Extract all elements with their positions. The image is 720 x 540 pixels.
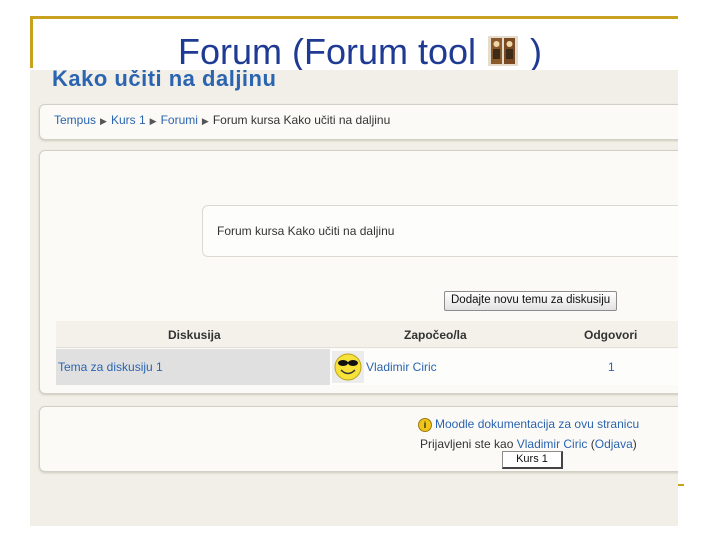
moodle-docs-row: i Moodle dokumentacija za ovu stranicu (418, 417, 639, 432)
logout-link[interactable]: Odjava (595, 437, 633, 451)
login-info: Prijavljeni ste kao Vladimir Ciric (Odja… (420, 437, 637, 451)
column-header-started-by[interactable]: Započeo/la (404, 328, 467, 342)
forum-intro-text: Forum kursa Kako učiti na daljinu (217, 224, 395, 238)
breadcrumb-separator-icon: ▶ (201, 116, 209, 126)
course-heading: Kako učiti na daljinu (52, 70, 277, 91)
slide-title-close: ) (530, 31, 543, 72)
column-header-discussion[interactable]: Diskusija (168, 328, 221, 342)
discussion-author-link[interactable]: Vladimir Ciric (366, 360, 437, 374)
forum-intro-box: Forum kursa Kako učiti na daljinu (202, 205, 678, 257)
user-profile-link[interactable]: Vladimir Ciric (517, 437, 588, 451)
breadcrumb: Tempus ▶ Kurs 1 ▶ Forumi ▶ Forum kursa Kako uč… (54, 113, 390, 127)
info-icon: i (418, 417, 432, 432)
discussion-replies-link[interactable]: 1 (608, 360, 615, 374)
page-footer: i Moodle dokumentacija za ovu stranicu Pr… (39, 406, 678, 472)
discussion-topic-cell: Tema za diskusiju 1 (56, 349, 330, 385)
discussion-topic-link[interactable]: Tema za diskusiju 1 (58, 360, 163, 374)
moodle-docs-link[interactable]: Moodle dokumentacija za ovu stranicu (435, 417, 639, 431)
breadcrumb-link-course[interactable]: Kurs 1 (111, 113, 146, 127)
breadcrumb-separator-icon: ▶ (100, 116, 107, 126)
breadcrumb-bar: Tempus ▶ Kurs 1 ▶ Forumi ▶ Forum kursa Kako uč… (39, 104, 678, 140)
slide-gold-top-border (30, 16, 678, 19)
add-discussion-button[interactable]: Dodajte novu temu za diskusiju (444, 291, 618, 311)
breadcrumb-separator-icon: ▶ (149, 116, 157, 126)
logout-paren-close: ) (632, 437, 637, 451)
breadcrumb-link-tempus[interactable]: Tempus (54, 113, 96, 127)
moodle-screenshot: Kako učiti na daljinu Tempus ▶ Kurs 1 ▶ Foru… (30, 70, 678, 526)
breadcrumb-current: Forum kursa Kako učiti na daljinu (212, 113, 391, 127)
table-row: Tema za diskusiju 1 Vladimir Ciric 1 (56, 349, 678, 385)
course-home-button[interactable]: Kurs 1 (502, 451, 563, 469)
login-prefix: Prijavljeni ste kao (420, 437, 514, 451)
smiley-avatar-icon[interactable] (332, 351, 364, 383)
breadcrumb-link-forums[interactable]: Forumi (161, 113, 198, 127)
slide-title-text: Forum (Forum tool (177, 31, 477, 72)
column-header-replies[interactable]: Odgovori (584, 328, 637, 342)
forum-content-panel: Forum kursa Kako učiti na daljinu Dodajt… (39, 150, 678, 394)
discussion-table-header: Diskusija Započeo/la Odgovori (56, 321, 678, 348)
